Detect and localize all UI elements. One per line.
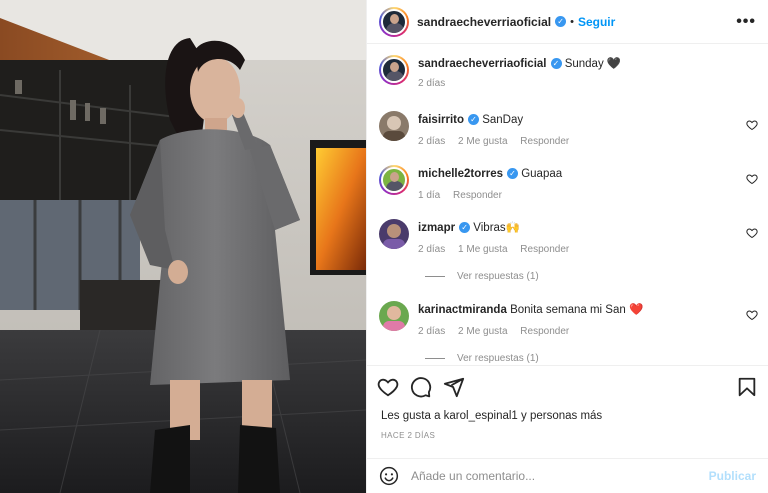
comment-row: michelle2torres ✓ Guapaa 1 día Responder (379, 165, 758, 201)
comment-text: SanDay (482, 114, 524, 126)
verified-icon: ✓ (459, 222, 471, 234)
commenter-username[interactable]: izmapr (418, 222, 455, 234)
reply-button[interactable]: Responder (520, 244, 569, 255)
comment-input[interactable] (411, 469, 709, 483)
author-avatar[interactable] (379, 6, 409, 37)
comment-heart-icon[interactable] (746, 309, 758, 321)
comment-row: karinactmiranda Bonita semana mi San ❤️ … (379, 301, 758, 337)
author-username[interactable]: sandraecheverriaoficial (417, 15, 551, 29)
photo-illustration (0, 0, 366, 493)
caption-avatar[interactable] (379, 55, 409, 85)
emoji-icon[interactable] (379, 466, 399, 486)
post-panel: sandraecheverriaoficial ✓ • Seguir ••• s… (366, 0, 768, 493)
heart-emoji: ❤️ (628, 304, 644, 316)
commenter-avatar[interactable] (379, 111, 409, 141)
comment-heart-icon[interactable] (746, 119, 758, 131)
view-replies-label[interactable]: Ver respuestas (1) (457, 271, 539, 282)
reply-button[interactable]: Responder (520, 326, 569, 337)
commenter-username[interactable]: faisirrito (418, 114, 464, 126)
caption-username[interactable]: sandraecheverriaoficial (418, 58, 547, 70)
view-replies-label[interactable]: Ver respuestas (1) (457, 353, 539, 363)
comment-row: faisirrito ✓ SanDay 2 días 2 Me gusta Res… (379, 111, 758, 147)
verified-icon: ✓ (468, 114, 480, 126)
comment-meta: 1 día Responder (418, 190, 758, 201)
reply-button[interactable]: Responder (453, 190, 502, 201)
commenter-username[interactable]: karinactmiranda (418, 304, 507, 316)
separator-dot: • (570, 15, 574, 28)
commenter-avatar[interactable] (379, 219, 409, 249)
comment-row: izmapr ✓ Vibras🙌 2 días 1 Me gusta Respon… (379, 219, 758, 255)
comment-text-line: karinactmiranda Bonita semana mi San ❤️ (418, 303, 758, 318)
post-modal: sandraecheverriaoficial ✓ • Seguir ••• s… (0, 0, 768, 493)
comment-text: Vibras🙌 (473, 222, 520, 234)
view-replies-button[interactable]: Ver respuestas (1) (425, 271, 539, 282)
comment-icon[interactable] (410, 376, 432, 398)
post-photo[interactable] (0, 0, 366, 493)
caption-text: Sunday (564, 58, 604, 70)
comment-heart-icon[interactable] (746, 227, 758, 239)
verified-icon: ✓ (555, 16, 567, 27)
comment-meta: 2 días 1 Me gusta Responder (418, 244, 758, 255)
commenter-username[interactable]: michelle2torres (418, 168, 503, 180)
post-time-ago: HACE 2 DÍAS (381, 431, 436, 440)
caption-meta: 2 días (418, 78, 758, 89)
caption-time: 2 días (418, 78, 446, 89)
follow-button[interactable]: Seguir (578, 15, 615, 29)
comments-list[interactable]: sandraecheverriaoficial ✓ Sunday 🖤 2 días… (367, 45, 768, 363)
comment-likes[interactable]: 1 Me gusta (458, 244, 507, 255)
comment-text-line: michelle2torres ✓ Guapaa (418, 167, 758, 182)
heart-icon[interactable] (377, 376, 399, 398)
comment-time: 2 días (418, 326, 446, 337)
reply-button[interactable]: Responder (520, 136, 569, 147)
verified-icon: ✓ (550, 58, 562, 70)
comment-meta: 2 días 2 Me gusta Responder (418, 326, 758, 337)
comment-text-line: izmapr ✓ Vibras🙌 (418, 221, 758, 236)
caption-row: sandraecheverriaoficial ✓ Sunday 🖤 2 días (379, 55, 758, 89)
verified-icon: ✓ (507, 168, 519, 180)
commenter-avatar[interactable] (379, 165, 409, 195)
comment-meta: 2 días 2 Me gusta Responder (418, 136, 758, 147)
caption-emoji: 🖤 (606, 58, 622, 70)
comment-composer: Publicar (367, 458, 768, 493)
comment-text-line: faisirrito ✓ SanDay (418, 113, 758, 128)
share-icon[interactable] (443, 376, 465, 398)
replies-line (425, 276, 445, 277)
commenter-avatar[interactable] (379, 301, 409, 331)
more-icon[interactable]: ••• (736, 13, 756, 31)
view-replies-button[interactable]: Ver respuestas (1) (425, 353, 539, 363)
comment-time: 1 día (418, 190, 441, 201)
caption-line: sandraecheverriaoficial ✓ Sunday 🖤 (418, 57, 758, 72)
post-header: sandraecheverriaoficial ✓ • Seguir ••• (367, 0, 768, 44)
comment-likes[interactable]: 2 Me gusta (458, 326, 507, 337)
replies-line (425, 358, 445, 359)
comment-text: Bonita semana mi San (510, 304, 626, 316)
likes-summary[interactable]: Les gusta a karol_espinal1 y personas má… (381, 410, 602, 422)
comment-heart-icon[interactable] (746, 173, 758, 185)
comment-time: 2 días (418, 136, 446, 147)
comment-time: 2 días (418, 244, 446, 255)
comment-text: Guapaa (521, 168, 563, 180)
bookmark-icon[interactable] (736, 376, 758, 398)
publish-button[interactable]: Publicar (709, 469, 756, 483)
post-actions (367, 365, 768, 407)
comment-likes[interactable]: 2 Me gusta (458, 136, 507, 147)
